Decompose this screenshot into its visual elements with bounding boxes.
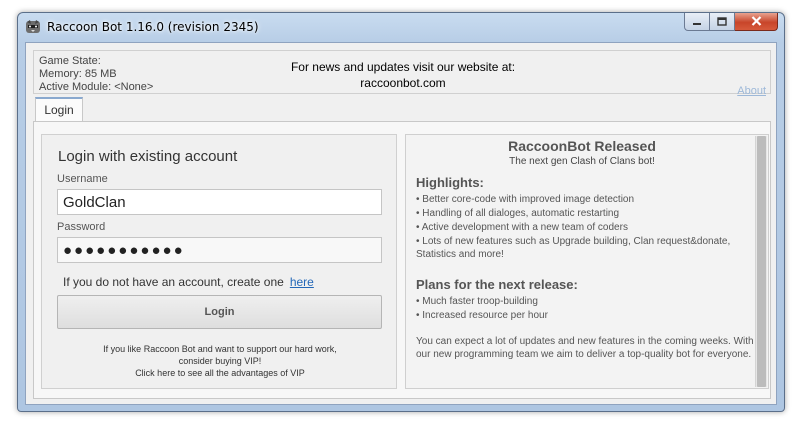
password-field[interactable]	[57, 237, 382, 263]
scrollbar-thumb[interactable]	[757, 136, 766, 387]
vip-info[interactable]: If you like Raccoon Bot and want to supp…	[42, 343, 398, 379]
client-area: Game State: Memory: 85 MB Active Module:…	[25, 42, 777, 405]
release-subtitle: The next gen Clash of Clans bot!	[509, 156, 655, 167]
list-item: • Handling of all dialoges, automatic re…	[416, 208, 620, 219]
list-item: • Increased resource per hour	[416, 310, 548, 321]
close-icon	[751, 13, 762, 31]
release-title: RaccoonBot Released	[508, 138, 656, 154]
list-item: • Active development with a new team of …	[416, 222, 628, 233]
minimize-button[interactable]	[684, 13, 710, 31]
close-button[interactable]	[735, 13, 778, 31]
about-link[interactable]: About	[737, 85, 766, 97]
vip-line2: consider buying VIP!	[178, 356, 262, 366]
no-account-label: If you do not have an account, create on…	[63, 275, 284, 289]
raccoon-icon[interactable]	[25, 19, 41, 35]
no-account-text: If you do not have an account, create on…	[63, 275, 314, 289]
window-title: Raccoon Bot 1.16.0 (revision 2345)	[47, 20, 259, 34]
highlights-heading: Highlights:	[416, 175, 484, 190]
plans-heading: Plans for the next release:	[416, 277, 578, 292]
app-window: Raccoon Bot 1.16.0 (revision 2345) Game …	[17, 12, 785, 412]
login-panel: Login with existing account Username Pas…	[41, 134, 397, 389]
login-button[interactable]: Login	[57, 295, 382, 329]
minimize-icon	[692, 13, 702, 31]
tab-login[interactable]: Login	[35, 97, 83, 122]
status-panel: Game State: Memory: 85 MB Active Module:…	[33, 50, 772, 97]
list-item: • Lots of new features such as Upgrade b…	[416, 236, 731, 260]
website-link[interactable]: raccoonbot.com	[34, 75, 772, 91]
news-banner-line1: For news and updates visit our website a…	[290, 60, 516, 74]
list-item: • Much faster troop-building	[416, 296, 538, 307]
closing-paragraph: You can expect a lot of updates and new …	[416, 336, 754, 360]
vip-line3[interactable]: Click here to see all the advantages of …	[42, 367, 398, 379]
caption-buttons	[684, 13, 778, 32]
news-banner: For news and updates visit our website a…	[34, 59, 772, 91]
maximize-button[interactable]	[710, 13, 735, 31]
login-heading: Login with existing account	[58, 148, 238, 165]
list-item: • Better core-code with improved image d…	[416, 194, 635, 205]
release-notes-panel: RaccoonBot Released The next gen Clash o…	[405, 134, 769, 389]
vertical-scrollbar[interactable]	[755, 136, 767, 387]
vip-line1: If you like Raccoon Bot and want to supp…	[103, 344, 337, 354]
username-label: Username	[57, 173, 108, 185]
username-field[interactable]	[57, 189, 382, 215]
maximize-icon	[717, 13, 727, 31]
password-label: Password	[57, 221, 106, 233]
register-here-link[interactable]: here	[290, 275, 314, 289]
